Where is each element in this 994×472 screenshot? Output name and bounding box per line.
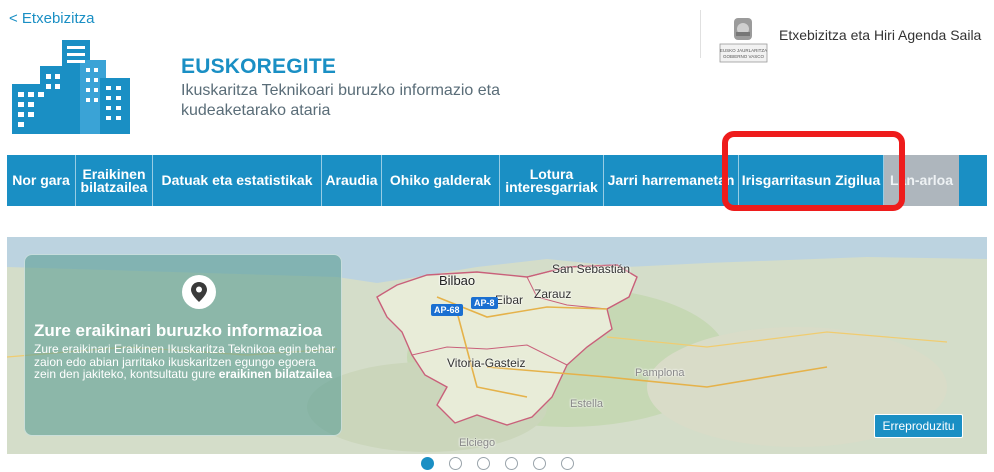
- site-title: EUSKOREGITE: [181, 55, 337, 78]
- eraikinen-bilatzailea-link[interactable]: eraikinen bilatzailea: [219, 367, 332, 381]
- map-label-zarautz: Zarauz: [534, 287, 572, 301]
- site-subtitle: Ikuskaritza Teknikoari buruzko informazi…: [181, 82, 500, 119]
- map-label-eibar: Eibar: [495, 293, 524, 307]
- government-seal-icon: EUSKO JAURLARITZA GOBIERNO VASCO: [716, 14, 771, 66]
- map-pin-icon: [182, 275, 216, 309]
- map-label-pamplona: Pamplona: [635, 367, 685, 379]
- road-sign-ap8: AP-8: [471, 297, 498, 309]
- svg-text:EUSKO JAURLARITZA: EUSKO JAURLARITZA: [720, 48, 767, 53]
- info-card: Zure eraikinari buruzko informazioa Zure…: [24, 254, 342, 436]
- road-sign-ap68: AP-68: [431, 304, 463, 316]
- carousel-dot-2[interactable]: [449, 457, 462, 470]
- back-link-etxebizitza[interactable]: < Etxebizitza: [9, 10, 94, 27]
- carousel-dot-5[interactable]: [533, 457, 546, 470]
- nav-item-datuak[interactable]: Datuak eta estatistikak: [153, 155, 322, 206]
- hero-banner: Bilbao San Sebastián Zarauz Eibar Vitori…: [7, 237, 987, 454]
- map-label-donostia: San Sebastián: [552, 262, 631, 276]
- carousel-dot-3[interactable]: [477, 457, 490, 470]
- play-button[interactable]: Erreproduzitu: [874, 414, 963, 438]
- red-highlight-box: [722, 131, 905, 211]
- nav-item-nor-gara[interactable]: Nor gara: [7, 155, 76, 206]
- nav-item-jarri-harremanetan[interactable]: Jarri harremanetan: [604, 155, 739, 206]
- carousel-dots: [420, 457, 580, 471]
- buildings-logo-icon: [12, 40, 130, 134]
- header-divider: [700, 10, 701, 58]
- svg-text:GOBIERNO VASCO: GOBIERNO VASCO: [723, 54, 764, 59]
- department-name: Etxebizitza eta Hiri Agenda Saila: [779, 27, 982, 43]
- carousel-dot-1[interactable]: [421, 457, 434, 470]
- nav-item-lotura-interesgarriak[interactable]: Lotura interesgarriak: [500, 155, 604, 206]
- info-card-title: Zure eraikinari buruzko informazioa: [34, 321, 323, 340]
- map-label-estella: Estella: [570, 398, 604, 410]
- carousel-dot-4[interactable]: [505, 457, 518, 470]
- map-label-vitoria: Vitoria-Gasteiz: [447, 356, 526, 370]
- map-label-elciego: Elciego: [459, 437, 496, 449]
- nav-item-araudia[interactable]: Araudia: [322, 155, 382, 206]
- carousel-dot-6[interactable]: [561, 457, 574, 470]
- nav-item-ohiko-galderak[interactable]: Ohiko galderak: [382, 155, 500, 206]
- map-label-bilbao: Bilbao: [439, 273, 476, 288]
- info-card-body: Zure eraikinari Eraikinen Ikuskaritza Te…: [34, 343, 339, 381]
- nav-item-eraikinen-bilatzailea[interactable]: Eraikinen bilatzailea: [76, 155, 153, 206]
